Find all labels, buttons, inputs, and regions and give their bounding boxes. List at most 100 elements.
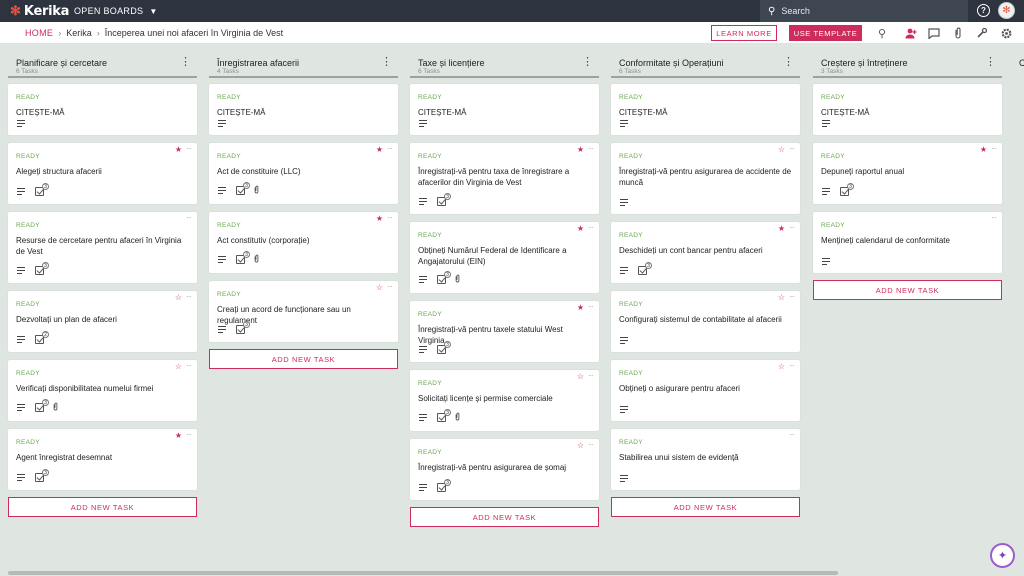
more-horizontal-icon[interactable]: ··· [588, 371, 594, 380]
task-status: READY [619, 232, 643, 239]
wrench-glyph [977, 27, 988, 38]
search-icon[interactable]: ⚲ [875, 26, 889, 40]
more-horizontal-icon[interactable]: ··· [789, 430, 795, 439]
task-card[interactable]: READY Act constitutiv (corporație) ··· ★ 3 [209, 212, 398, 273]
star-outline-icon[interactable]: ☆ [778, 145, 785, 154]
task-card[interactable]: READY CITEȘTE-MĂ [8, 84, 197, 135]
more-vertical-icon[interactable]: ⋮ [985, 57, 996, 68]
more-vertical-icon[interactable]: ⋮ [783, 57, 794, 68]
more-horizontal-icon[interactable]: ··· [186, 361, 192, 370]
breadcrumb-home[interactable]: HOME [25, 28, 53, 38]
more-horizontal-icon[interactable]: ··· [186, 213, 192, 222]
help-icon[interactable]: ? [977, 4, 990, 17]
star-filled-icon[interactable]: ★ [175, 431, 182, 440]
task-card[interactable]: READY Solicitați licențe și permise comer… [410, 370, 599, 431]
star-outline-icon[interactable]: ☆ [778, 293, 785, 302]
task-card[interactable]: READY Deschideți un cont bancar pentru af… [611, 222, 800, 283]
breadcrumb-org[interactable]: Kerika [66, 28, 92, 38]
task-card[interactable]: READY Verificați disponibilitatea numelui… [8, 360, 197, 421]
task-card[interactable]: READY CITEȘTE-MĂ [209, 84, 398, 135]
star-outline-icon[interactable]: ☆ [577, 372, 584, 381]
task-card[interactable]: READY Obțineți o asigurare pentru afaceri… [611, 360, 800, 421]
horizontal-scrollbar[interactable] [8, 571, 838, 575]
description-icon [218, 120, 226, 127]
task-card[interactable]: READY Agent înregistrat desemnat ··· ★ 3 [8, 429, 197, 490]
task-card[interactable]: READY CITEȘTE-MĂ [813, 84, 1002, 135]
more-horizontal-icon[interactable]: ··· [588, 144, 594, 153]
task-card[interactable]: READY Depuneți raportul anual ··· ★ 3 [813, 143, 1002, 204]
more-vertical-icon[interactable]: ⋮ [582, 57, 593, 68]
add-new-task-button[interactable]: ADD NEW TASK [813, 280, 1002, 300]
column-header[interactable]: Creștere și întreținere 3 Tasks ⋮ [813, 54, 1002, 78]
column-header[interactable]: Înregistrarea afacerii 4 Tasks ⋮ [209, 54, 398, 78]
task-card[interactable]: READY Configurați sistemul de contabilita… [611, 291, 800, 352]
star-filled-icon[interactable]: ★ [577, 145, 584, 154]
task-card[interactable]: READY Dezvoltați un plan de afaceri ··· ☆ 2 [8, 291, 197, 352]
task-card[interactable]: READY Resurse de cercetare pentru afaceri… [8, 212, 197, 283]
add-new-task-button[interactable]: ADD NEW TASK [611, 497, 800, 517]
task-card[interactable]: READY Înregistrați-vă pentru asigurarea d… [410, 439, 599, 500]
add-new-task-button[interactable]: ADD NEW TASK [410, 507, 599, 527]
task-card[interactable]: READY Înregistrați-vă pentru taxele statu… [410, 301, 599, 362]
column-header[interactable]: Conformitate și Operațiuni 6 Tasks ⋮ [611, 54, 800, 78]
more-horizontal-icon[interactable]: ··· [588, 223, 594, 232]
more-horizontal-icon[interactable]: ··· [588, 302, 594, 311]
task-card[interactable]: READY Înregistrați-vă pentru asigurarea d… [611, 143, 800, 214]
attachment-icon[interactable] [951, 26, 965, 40]
gear-icon[interactable] [999, 26, 1013, 40]
task-card[interactable]: READY Act de constituire (LLC) ··· ★ 3 [209, 143, 398, 204]
star-filled-icon[interactable]: ★ [376, 145, 383, 154]
use-template-button[interactable]: USE TEMPLATE [789, 25, 862, 41]
star-filled-icon[interactable]: ★ [376, 214, 383, 223]
more-horizontal-icon[interactable]: ··· [991, 144, 997, 153]
learn-more-button[interactable]: LEARN MORE [711, 25, 777, 41]
task-card[interactable]: READY Mențineți calendarul de conformitat… [813, 212, 1002, 273]
open-boards-menu[interactable]: OPEN BOARDS ▼ [74, 6, 158, 16]
star-outline-icon[interactable]: ☆ [577, 441, 584, 450]
task-title: Mențineți calendarul de conformitate [821, 236, 950, 245]
add-new-task-button[interactable]: ADD NEW TASK [209, 349, 398, 369]
description-icon [620, 120, 628, 127]
more-horizontal-icon[interactable]: ··· [387, 282, 393, 291]
more-horizontal-icon[interactable]: ··· [387, 144, 393, 153]
search-box[interactable]: ⚲ [760, 0, 968, 22]
add-new-task-button[interactable]: ADD NEW TASK [8, 497, 197, 517]
column-header[interactable]: Planificare și cercetare 6 Tasks ⋮ [8, 54, 197, 78]
kerika-logo[interactable]: ✻ Kerika [0, 3, 70, 19]
task-card[interactable]: READY Stabilirea unui sistem de evidență ·… [611, 429, 800, 490]
task-card[interactable]: READY CITEȘTE-MĂ [410, 84, 599, 135]
star-filled-icon[interactable]: ★ [980, 145, 987, 154]
star-outline-icon[interactable]: ☆ [175, 293, 182, 302]
star-filled-icon[interactable]: ★ [577, 303, 584, 312]
wrench-icon[interactable] [975, 26, 989, 40]
task-card[interactable]: READY Alegeți structura afacerii ··· ★ 3 [8, 143, 197, 204]
star-filled-icon[interactable]: ★ [577, 224, 584, 233]
more-horizontal-icon[interactable]: ··· [186, 430, 192, 439]
more-vertical-icon[interactable]: ⋮ [381, 57, 392, 68]
more-horizontal-icon[interactable]: ··· [789, 223, 795, 232]
more-horizontal-icon[interactable]: ··· [789, 144, 795, 153]
column-header[interactable]: Taxe și licențiere 6 Tasks ⋮ [410, 54, 599, 78]
more-horizontal-icon[interactable]: ··· [789, 292, 795, 301]
chat-icon[interactable] [927, 26, 941, 40]
task-card[interactable]: READY Obțineți Numărul Federal de Identif… [410, 222, 599, 293]
more-horizontal-icon[interactable]: ··· [789, 361, 795, 370]
more-horizontal-icon[interactable]: ··· [387, 213, 393, 222]
more-horizontal-icon[interactable]: ··· [991, 213, 997, 222]
task-card[interactable]: READY Creați un acord de funcționare sau … [209, 281, 398, 342]
more-horizontal-icon[interactable]: ··· [588, 440, 594, 449]
ai-assistant-icon[interactable]: ✦ [990, 543, 1015, 568]
star-outline-icon[interactable]: ☆ [376, 283, 383, 292]
star-filled-icon[interactable]: ★ [175, 145, 182, 154]
star-filled-icon[interactable]: ★ [778, 224, 785, 233]
search-input[interactable] [781, 6, 952, 16]
more-horizontal-icon[interactable]: ··· [186, 292, 192, 301]
more-vertical-icon[interactable]: ⋮ [180, 57, 191, 68]
add-person-icon[interactable] [903, 26, 917, 40]
avatar[interactable]: ✻ [998, 2, 1015, 19]
task-card[interactable]: READY Înregistrați-vă pentru taxa de înre… [410, 143, 599, 214]
star-outline-icon[interactable]: ☆ [778, 362, 785, 371]
star-outline-icon[interactable]: ☆ [175, 362, 182, 371]
more-horizontal-icon[interactable]: ··· [186, 144, 192, 153]
task-card[interactable]: READY CITEȘTE-MĂ [611, 84, 800, 135]
